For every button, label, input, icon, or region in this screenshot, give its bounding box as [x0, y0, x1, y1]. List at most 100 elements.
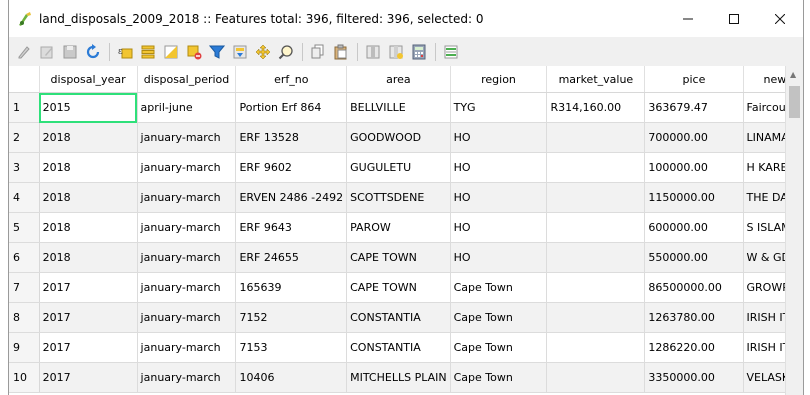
table-cell-disposal-year[interactable]: 2018	[39, 152, 138, 183]
table-cell-area[interactable]: PAROW	[346, 212, 451, 243]
table-cell-disposal-year[interactable]: 2018	[39, 242, 138, 273]
table-cell-region[interactable]: Cape Town	[450, 302, 548, 333]
column-header[interactable]: pice	[644, 66, 744, 93]
table-cell-market-value[interactable]	[546, 362, 646, 393]
conditional-formatting-button[interactable]	[440, 41, 462, 63]
table-cell-erf-no[interactable]: ERF 9602	[235, 152, 348, 183]
table-cell-erf-no[interactable]: 7153	[235, 332, 348, 363]
reload-table-button[interactable]	[82, 41, 104, 63]
table-cell-market-value[interactable]	[546, 152, 646, 183]
copy-rows-button[interactable]	[307, 41, 329, 63]
table-row[interactable]: 7 2017 january-march 165639 CAPE TOWN Cape To…	[9, 272, 803, 303]
maximize-button[interactable]	[711, 0, 757, 37]
table-cell-disposal-year[interactable]: 2017	[39, 332, 138, 363]
table-cell-market-value[interactable]	[546, 122, 646, 153]
scroll-up-icon[interactable]: ▲	[790, 70, 796, 79]
table-row[interactable]: 1 2015 april-june Portion Erf 864 BELLVILLE T…	[9, 92, 803, 123]
field-calculator-button[interactable]	[408, 41, 430, 63]
table-cell-region[interactable]: HO	[450, 152, 548, 183]
column-header[interactable]: region	[450, 66, 548, 93]
row-number[interactable]: 7	[9, 272, 40, 303]
close-button[interactable]	[757, 0, 803, 37]
toggle-multi-edit-button[interactable]	[36, 41, 58, 63]
scrollbar-thumb[interactable]	[789, 86, 800, 118]
table-cell-market-value[interactable]: R314,160.00	[546, 92, 646, 123]
table-cell-market-value[interactable]	[546, 272, 646, 303]
table-cell-erf-no[interactable]: 10406	[235, 362, 348, 393]
table-cell-area[interactable]: GUGULETU	[346, 152, 451, 183]
table-cell-erf-no[interactable]: 165639	[235, 272, 348, 303]
table-cell-erf-no[interactable]: Portion Erf 864	[235, 92, 348, 123]
table-cell-market-value[interactable]	[546, 332, 646, 363]
row-number[interactable]: 10	[9, 362, 40, 393]
table-cell-area[interactable]: SCOTTSDENE	[346, 182, 451, 213]
table-row[interactable]: 3 2018 january-march ERF 9602 GUGULETU HO 1000…	[9, 152, 803, 183]
table-row[interactable]: 6 2018 january-march ERF 24655 CAPE TOWN HO 55…	[9, 242, 803, 273]
title-bar[interactable]: land_disposals_2009_2018 :: Features tot…	[9, 0, 803, 37]
table-cell-disposal-period[interactable]: april-june	[137, 92, 237, 123]
select-all-button[interactable]	[137, 41, 159, 63]
table-cell-disposal-period[interactable]: january-march	[137, 242, 237, 273]
table-cell-disposal-period[interactable]: january-march	[137, 212, 237, 243]
table-cell-pice[interactable]: 86500000.00	[644, 272, 744, 303]
table-cell-market-value[interactable]	[546, 212, 646, 243]
table-cell-disposal-year[interactable]: 2018	[39, 182, 138, 213]
table-cell-disposal-period[interactable]: january-march	[137, 182, 237, 213]
table-cell-region[interactable]: HO	[450, 182, 548, 213]
table-cell-pice[interactable]: 1150000.00	[644, 182, 744, 213]
invert-selection-button[interactable]	[160, 41, 182, 63]
column-header[interactable]: market_value	[546, 66, 646, 93]
column-header[interactable]: erf_no	[235, 66, 348, 93]
table-cell-disposal-year[interactable]: 2015	[39, 92, 138, 123]
table-cell-region[interactable]: HO	[450, 212, 548, 243]
table-cell-disposal-period[interactable]: january-march	[137, 302, 237, 333]
table-cell-disposal-year[interactable]: 2018	[39, 212, 138, 243]
row-number[interactable]: 5	[9, 212, 40, 243]
table-cell-disposal-year[interactable]: 2018	[39, 122, 138, 153]
table-cell-erf-no[interactable]: ERF 13528	[235, 122, 348, 153]
toggle-editing-button[interactable]	[13, 41, 35, 63]
attribute-table[interactable]: disposal_year disposal_period erf_no are…	[9, 66, 803, 395]
table-cell-pice[interactable]: 700000.00	[644, 122, 744, 153]
table-cell-region[interactable]: HO	[450, 122, 548, 153]
table-cell-disposal-period[interactable]: january-march	[137, 332, 237, 363]
table-cell-erf-no[interactable]: ERF 9643	[235, 212, 348, 243]
row-number[interactable]: 2	[9, 122, 40, 153]
minimize-button[interactable]	[665, 0, 711, 37]
zoom-to-selected-button[interactable]	[275, 41, 297, 63]
table-cell-pice[interactable]: 1286220.00	[644, 332, 744, 363]
table-cell-pice[interactable]: 600000.00	[644, 212, 744, 243]
table-cell-region[interactable]: Cape Town	[450, 362, 548, 393]
corner-header[interactable]	[9, 66, 40, 93]
table-cell-pice[interactable]: 3350000.00	[644, 362, 744, 393]
table-row[interactable]: 2 2018 january-march ERF 13528 GOODWOOD HO 700…	[9, 122, 803, 153]
table-cell-pice[interactable]: 100000.00	[644, 152, 744, 183]
table-row[interactable]: 10 2017 january-march 10406 MITCHELLS PLAIN C…	[9, 362, 803, 393]
table-cell-pice[interactable]: 363679.47	[644, 92, 744, 123]
row-number[interactable]: 1	[9, 92, 40, 123]
column-header[interactable]: disposal_year	[39, 66, 138, 93]
table-cell-market-value[interactable]	[546, 182, 646, 213]
table-cell-area[interactable]: BELLVILLE	[346, 92, 451, 123]
table-cell-market-value[interactable]	[546, 302, 646, 333]
column-header[interactable]: area	[346, 66, 451, 93]
table-cell-area[interactable]: CAPE TOWN	[346, 272, 451, 303]
table-cell-area[interactable]: CAPE TOWN	[346, 242, 451, 273]
new-field-button[interactable]	[385, 41, 407, 63]
table-row[interactable]: 8 2017 january-march 7152 CONSTANTIA Cape Tow…	[9, 302, 803, 333]
delete-field-button[interactable]	[362, 41, 384, 63]
save-edits-button[interactable]	[59, 41, 81, 63]
table-cell-disposal-year[interactable]: 2017	[39, 272, 138, 303]
table-cell-pice[interactable]: 550000.00	[644, 242, 744, 273]
table-cell-disposal-year[interactable]: 2017	[39, 302, 138, 333]
paste-features-button[interactable]	[330, 41, 352, 63]
table-cell-pice[interactable]: 1263780.00	[644, 302, 744, 333]
table-cell-disposal-period[interactable]: january-march	[137, 152, 237, 183]
table-cell-region[interactable]: HO	[450, 242, 548, 273]
deselect-all-button[interactable]	[183, 41, 205, 63]
column-header[interactable]: disposal_period	[137, 66, 237, 93]
row-number[interactable]: 6	[9, 242, 40, 273]
vertical-scrollbar[interactable]: ▲	[785, 66, 803, 395]
row-number[interactable]: 8	[9, 302, 40, 333]
table-cell-area[interactable]: CONSTANTIA	[346, 332, 451, 363]
